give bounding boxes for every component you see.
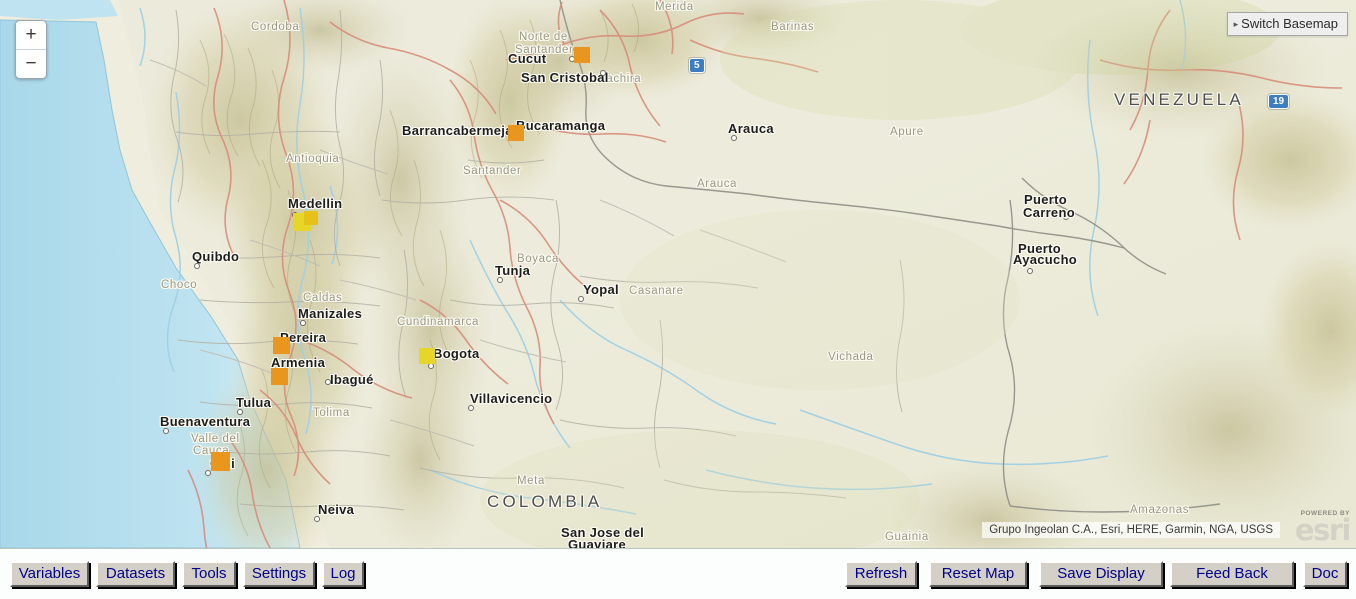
tools-button[interactable]: Tools bbox=[182, 561, 236, 587]
reset-map-button[interactable]: Reset Map bbox=[929, 561, 1027, 587]
zoom-out-button[interactable]: − bbox=[16, 50, 46, 78]
log-button[interactable]: Log bbox=[322, 561, 364, 587]
station-data-marker[interactable] bbox=[304, 211, 318, 225]
map-basemap-canvas bbox=[0, 0, 1356, 548]
switch-basemap-button[interactable]: ▸ Switch Basemap bbox=[1226, 12, 1348, 36]
map-viewport[interactable]: + − ▸ Switch Basemap VENEZUELA COLOMBIA Co… bbox=[0, 0, 1356, 548]
feed-back-button[interactable]: Feed Back bbox=[1170, 561, 1294, 587]
variables-button[interactable]: Variables bbox=[10, 561, 89, 587]
doc-button[interactable]: Doc bbox=[1303, 561, 1347, 587]
datasets-button[interactable]: Datasets bbox=[96, 561, 175, 587]
station-data-marker[interactable] bbox=[271, 368, 288, 385]
save-display-button[interactable]: Save Display bbox=[1039, 561, 1163, 587]
station-data-marker[interactable] bbox=[574, 47, 590, 63]
chevron-right-icon: ▸ bbox=[1233, 19, 1239, 29]
settings-button[interactable]: Settings bbox=[243, 561, 315, 587]
zoom-control[interactable]: + − bbox=[15, 20, 47, 79]
switch-basemap-label: Switch Basemap bbox=[1241, 16, 1338, 31]
station-data-marker[interactable] bbox=[273, 337, 290, 354]
map-attribution: Grupo Ingeolan C.A., Esri, HERE, Garmin,… bbox=[982, 522, 1280, 538]
bottom-toolbar: VariablesDatasetsToolsSettingsLog Range … bbox=[0, 548, 1356, 599]
zoom-in-button[interactable]: + bbox=[16, 21, 46, 50]
map-application: + − ▸ Switch Basemap VENEZUELA COLOMBIA Co… bbox=[0, 0, 1356, 599]
station-data-marker[interactable] bbox=[508, 125, 524, 141]
station-data-marker[interactable] bbox=[211, 452, 230, 471]
station-data-marker[interactable] bbox=[419, 348, 435, 364]
refresh-button[interactable]: Refresh bbox=[845, 561, 917, 587]
